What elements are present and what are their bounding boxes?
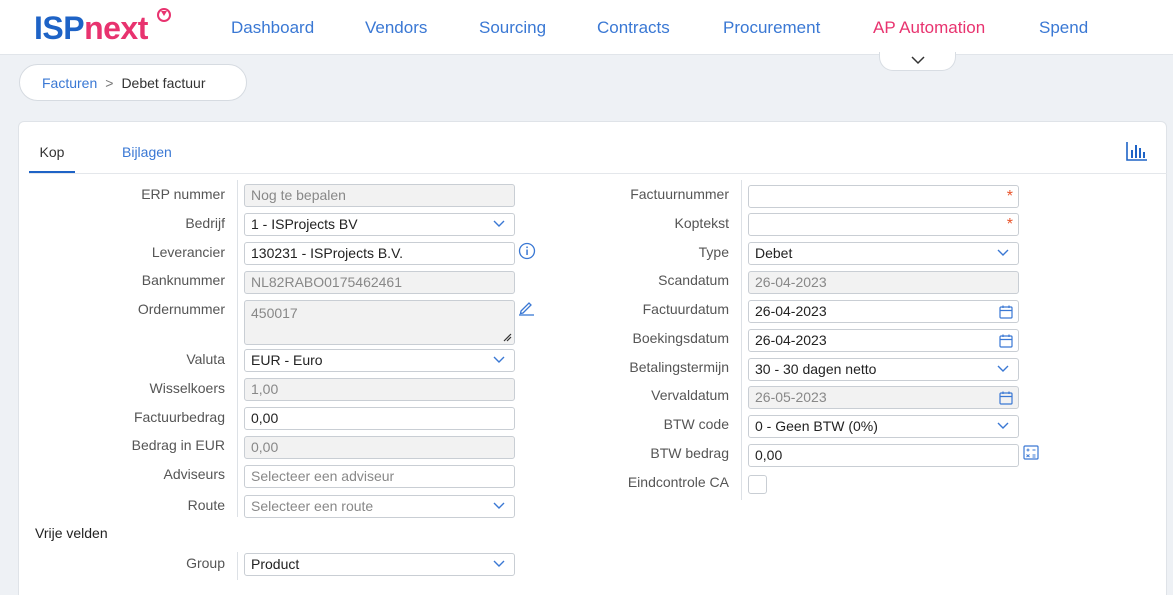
label-betalingstermijn: Betalingstermijn: [629, 359, 729, 375]
btw-code-select[interactable]: 0 - Geen BTW (0%): [748, 415, 1019, 438]
scandatum-field: 26-04-2023: [748, 271, 1019, 294]
leverancier-field[interactable]: 130231 - ISProjects B.V.: [244, 242, 515, 265]
vervaldatum-field: 26-05-2023: [748, 386, 1019, 409]
label-btw-bedrag: BTW bedrag: [650, 445, 729, 461]
label-btw-code: BTW code: [663, 416, 729, 432]
calendar-icon[interactable]: [999, 305, 1013, 319]
edit-pencil-icon[interactable]: [518, 299, 535, 316]
chevron-down-icon: [493, 356, 505, 363]
nav-ap-automation[interactable]: AP Automation: [873, 17, 985, 39]
breadcrumb: Facturen > Debet factuur: [19, 64, 247, 101]
label-factuurdatum: Factuurdatum: [642, 301, 729, 317]
required-marker: *: [1006, 188, 1013, 205]
vrije-velden-heading: Vrije velden: [35, 525, 108, 541]
boekingsdatum-field[interactable]: 26-04-2023: [748, 329, 1019, 352]
label-eindcontrole-ca: Eindcontrole CA: [627, 474, 729, 490]
chevron-down-icon: [997, 249, 1009, 256]
type-value: Debet: [755, 245, 793, 261]
bedrijf-select[interactable]: 1 - ISProjects BV: [244, 213, 515, 236]
ordernummer-value: 450017: [251, 305, 298, 321]
nav-sourcing[interactable]: Sourcing: [479, 17, 546, 39]
label-route: Route: [187, 497, 225, 513]
chevron-down-icon: [493, 560, 505, 567]
betalingstermijn-select[interactable]: 30 - 30 dagen netto: [748, 358, 1019, 381]
group-separator: [237, 552, 238, 580]
bedrijf-value: 1 - ISProjects BV: [251, 216, 358, 232]
ordernummer-textarea: 450017: [244, 300, 515, 345]
label-factuurnummer: Factuurnummer: [630, 186, 729, 202]
label-scandatum: Scandatum: [658, 272, 729, 288]
eindcontrole-checkbox[interactable]: [748, 475, 767, 494]
betalingstermijn-value: 30 - 30 dagen netto: [755, 361, 877, 377]
tab-kop[interactable]: Kop: [29, 142, 75, 173]
valuta-select[interactable]: EUR - Euro: [244, 349, 515, 372]
label-type: Type: [698, 244, 729, 260]
logo-badge-icon: [157, 8, 171, 22]
label-koptekst: Koptekst: [674, 215, 729, 231]
bar-chart-icon[interactable]: [1126, 141, 1148, 161]
label-boekingsdatum: Boekingsdatum: [632, 330, 729, 346]
label-factuurbedrag: Factuurbedrag: [133, 409, 225, 425]
btw-code-value: 0 - Geen BTW (0%): [755, 418, 878, 434]
tab-bijlagen[interactable]: Bijlagen: [122, 142, 172, 173]
label-adviseurs: Adviseurs: [163, 466, 225, 482]
vervaldatum-value: 26-05-2023: [755, 389, 827, 405]
label-banknummer: Banknummer: [141, 272, 225, 288]
route-placeholder: Selecteer een route: [251, 498, 374, 514]
resize-handle-icon[interactable]: [502, 332, 512, 342]
factuurbedrag-field[interactable]: 0,00: [244, 407, 515, 430]
koptekst-field[interactable]: *: [748, 213, 1019, 236]
type-select[interactable]: Debet: [748, 242, 1019, 265]
erp-nummer-field: Nog te bepalen: [244, 184, 515, 207]
group-select[interactable]: Product: [244, 553, 515, 576]
boekingsdatum-value: 26-04-2023: [755, 332, 827, 348]
info-icon[interactable]: [518, 242, 536, 260]
calendar-icon[interactable]: [999, 334, 1013, 348]
logo-text-next: next: [84, 10, 148, 46]
nav-spend[interactable]: Spend: [1039, 17, 1088, 39]
chevron-down-icon: [493, 220, 505, 227]
label-valuta: Valuta: [186, 351, 225, 367]
label-group: Group: [186, 555, 225, 571]
label-ordernummer: Ordernummer: [137, 301, 225, 317]
nav-procurement[interactable]: Procurement: [723, 17, 820, 39]
label-wisselkoers: Wisselkoers: [149, 380, 225, 396]
factuurnummer-field[interactable]: *: [748, 185, 1019, 208]
banknummer-field: NL82RABO0175462461: [244, 271, 515, 294]
route-select[interactable]: Selecteer een route: [244, 495, 515, 518]
nav-vendors[interactable]: Vendors: [365, 17, 427, 39]
btw-bedrag-field[interactable]: 0,00: [748, 444, 1019, 467]
top-navigation-bar: ISPnext Dashboard Vendors Sourcing Contr…: [0, 0, 1173, 55]
wisselkoers-field: 1,00: [244, 378, 515, 401]
tab-divider: [29, 173, 1167, 174]
label-bedrag-in-eur: Bedrag in EUR: [131, 437, 225, 453]
left-column-separator: [237, 180, 238, 517]
nav-dashboard[interactable]: Dashboard: [231, 17, 314, 39]
bedrag-in-eur-field: 0,00: [244, 436, 515, 459]
valuta-value: EUR - Euro: [251, 352, 323, 368]
breadcrumb-separator: >: [105, 75, 114, 91]
factuurdatum-value: 26-04-2023: [755, 303, 827, 319]
label-vervaldatum: Vervaldatum: [651, 387, 729, 403]
label-leverancier: Leverancier: [151, 244, 225, 260]
factuurdatum-field[interactable]: 26-04-2023: [748, 300, 1019, 323]
logo-text-isp: ISP: [34, 10, 85, 46]
ispnext-logo[interactable]: ISPnext: [34, 8, 148, 48]
breadcrumb-facturen[interactable]: Facturen: [42, 75, 97, 91]
chevron-down-icon: [997, 422, 1009, 429]
label-erp-nummer: ERP nummer: [141, 186, 225, 202]
nav-contracts[interactable]: Contracts: [597, 17, 670, 39]
calendar-icon: [999, 391, 1013, 405]
breadcrumb-current: Debet factuur: [121, 75, 206, 91]
chevron-down-icon: [911, 56, 925, 65]
chevron-down-icon: [997, 365, 1009, 372]
label-bedrijf: Bedrijf: [185, 215, 225, 231]
adviseurs-input[interactable]: Selecteer een adviseur: [244, 465, 515, 488]
group-value: Product: [251, 556, 300, 572]
chevron-down-icon: [493, 502, 505, 509]
right-column-separator: [741, 180, 742, 500]
calculator-icon[interactable]: [1023, 445, 1039, 460]
nav-expand-toggle[interactable]: [879, 52, 956, 71]
required-marker: *: [1006, 216, 1013, 233]
